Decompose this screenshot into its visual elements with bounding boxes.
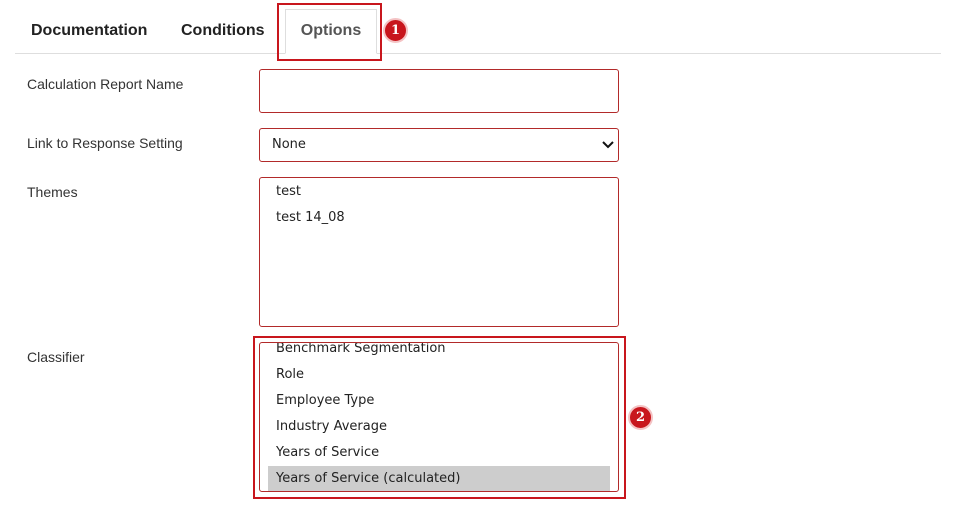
report-name-label: Calculation Report Name xyxy=(27,76,184,92)
step-badge-2: 2 xyxy=(628,405,653,430)
list-item-selected[interactable]: Years of Service (calculated) xyxy=(268,466,610,491)
chevron-down-icon xyxy=(602,141,614,149)
report-name-input[interactable] xyxy=(259,69,619,113)
classifier-label: Classifier xyxy=(27,349,85,365)
list-item[interactable]: test xyxy=(268,179,610,205)
response-setting-label: Link to Response Setting xyxy=(27,135,183,151)
response-setting-select[interactable]: None xyxy=(259,128,619,162)
list-item[interactable]: Role xyxy=(268,362,610,388)
tab-bar: Documentation Conditions Options xyxy=(15,0,941,54)
list-item[interactable]: Years of Service xyxy=(268,440,610,466)
step-badge-1: 1 xyxy=(383,18,408,43)
list-item[interactable]: Benchmark Segmentation xyxy=(268,343,610,362)
list-item[interactable]: Employee Type xyxy=(268,388,610,414)
tab-options[interactable]: Options xyxy=(285,9,377,54)
classifier-listbox[interactable]: Benchmark Segmentation Role Employee Typ… xyxy=(259,342,619,492)
response-setting-value: None xyxy=(272,137,306,152)
tab-conditions[interactable]: Conditions xyxy=(181,0,265,53)
list-item[interactable]: Industry Average xyxy=(268,414,610,440)
themes-label: Themes xyxy=(27,184,78,200)
list-item[interactable]: test 14_08 xyxy=(268,205,610,231)
themes-listbox[interactable]: test test 14_08 xyxy=(259,177,619,327)
tab-documentation[interactable]: Documentation xyxy=(31,0,147,53)
